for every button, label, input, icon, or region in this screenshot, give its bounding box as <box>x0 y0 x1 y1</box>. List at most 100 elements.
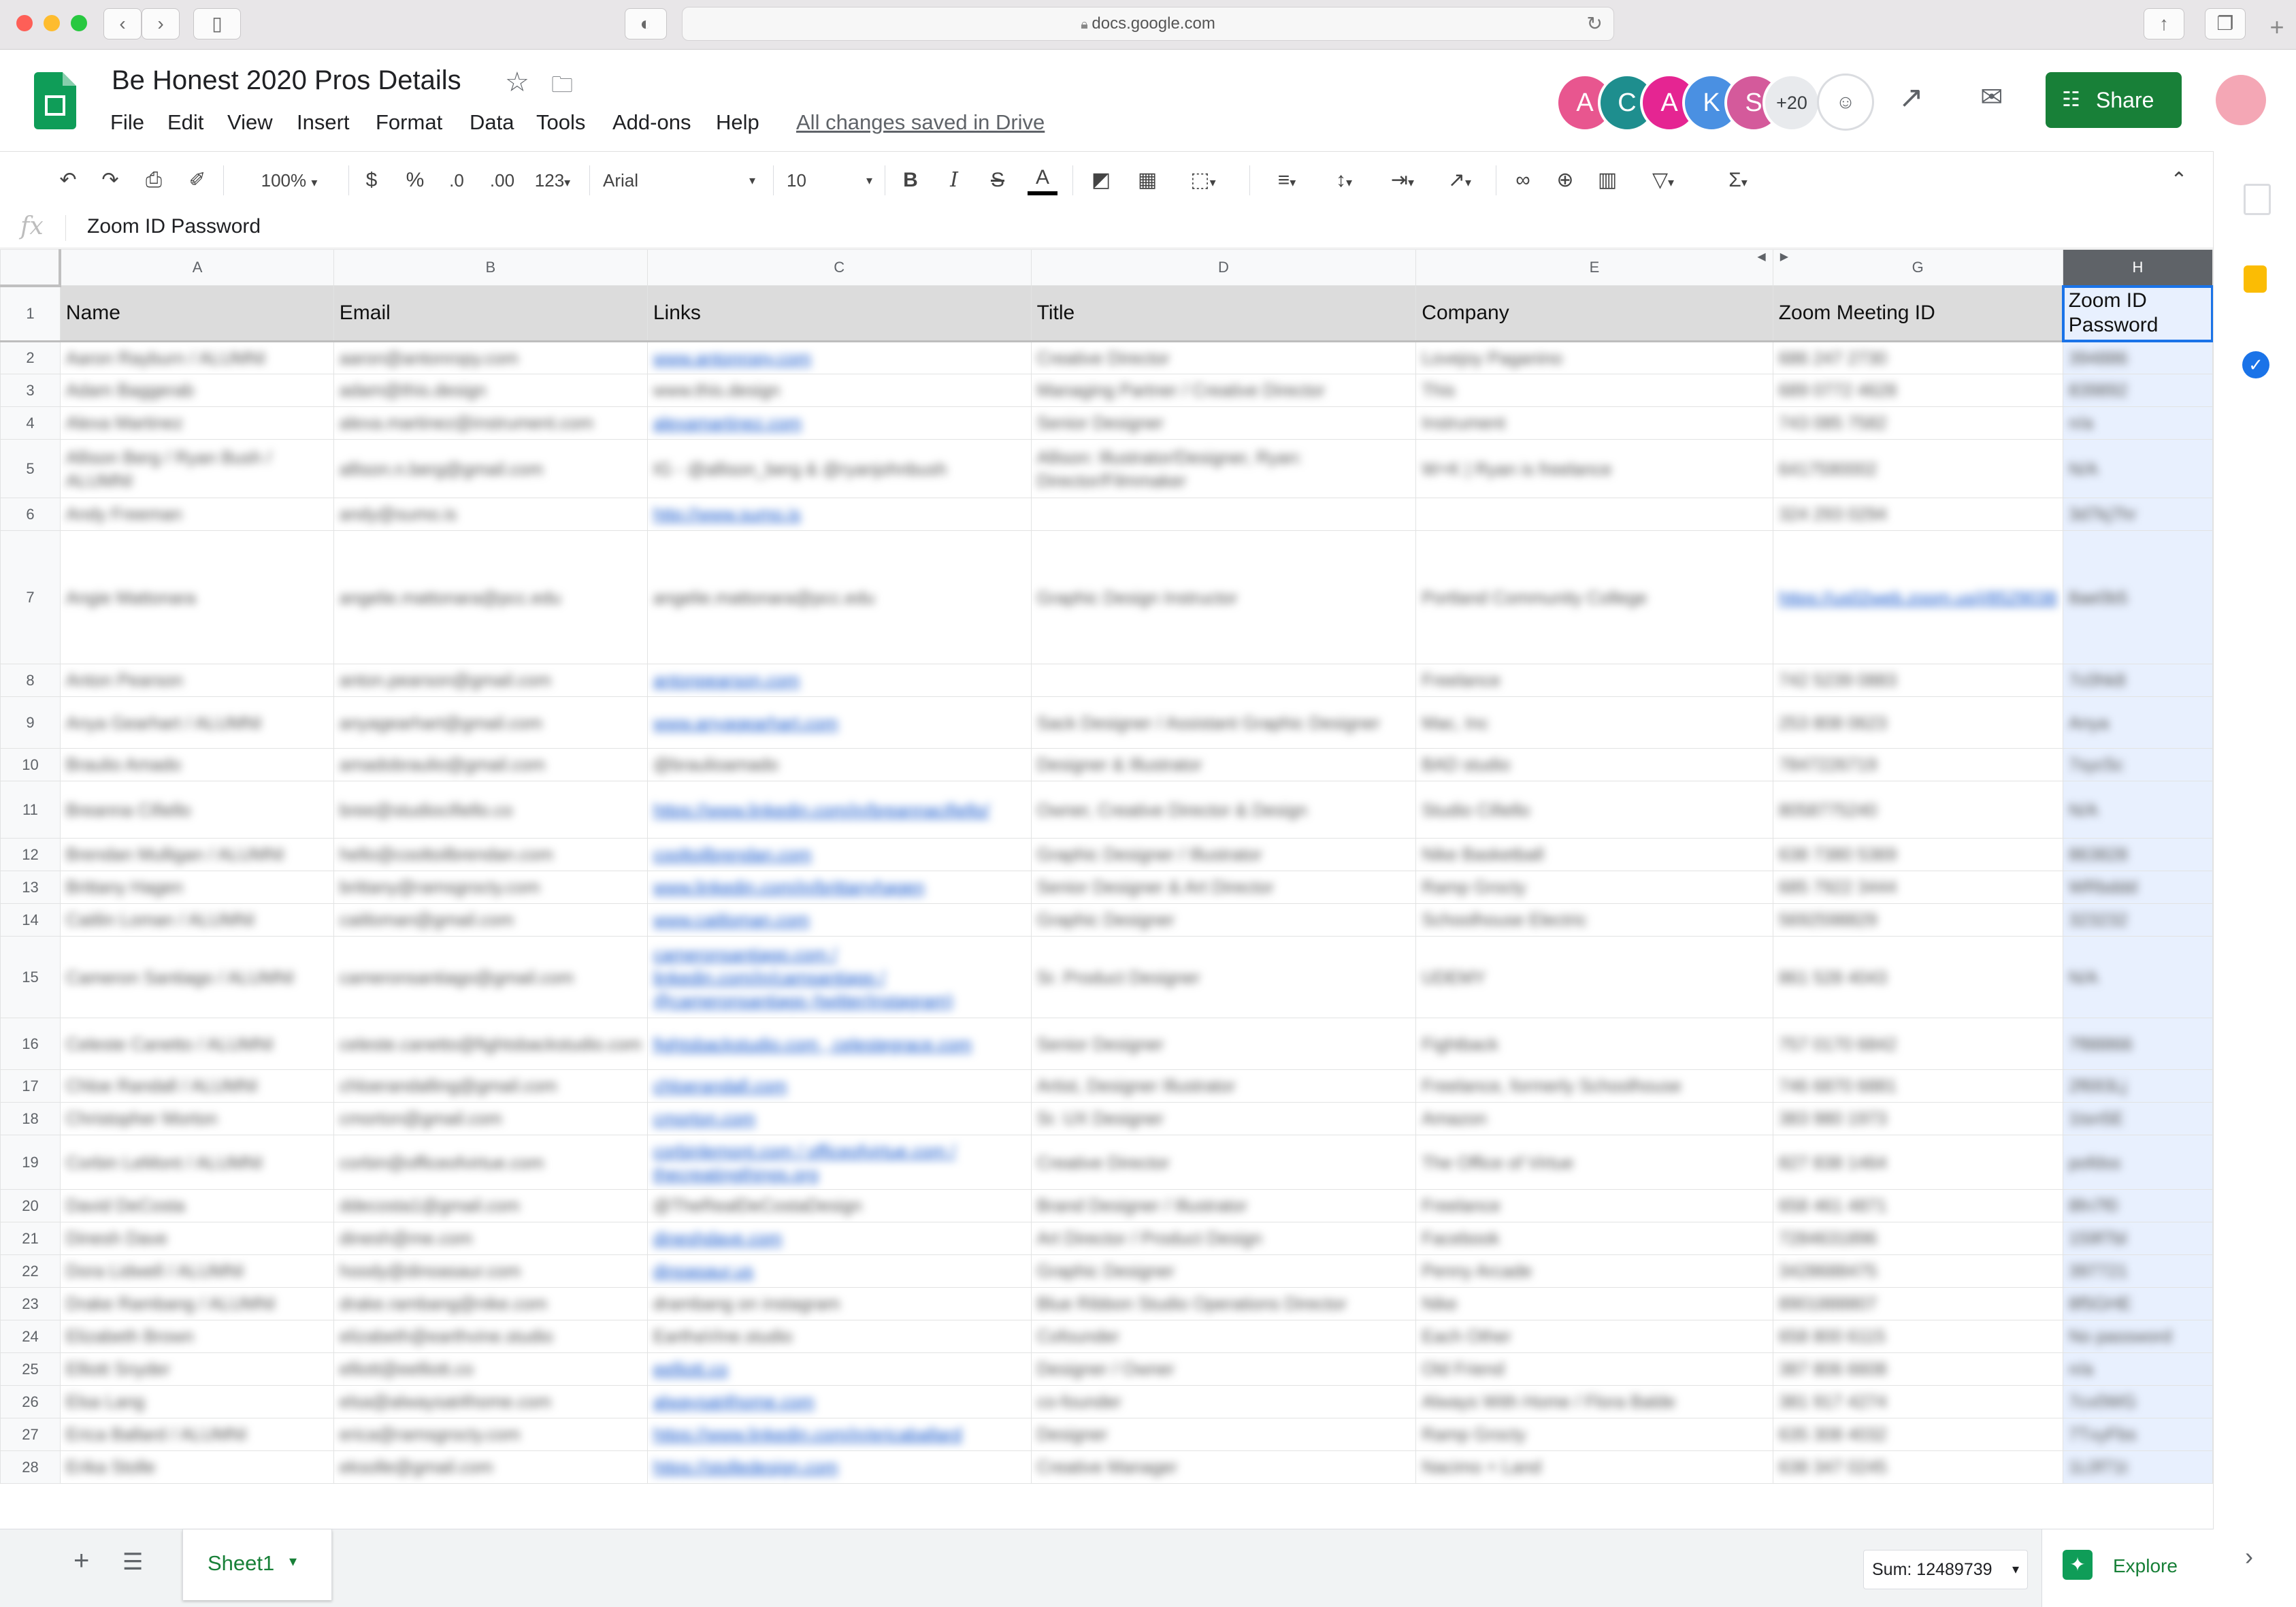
cell-title[interactable]: Brand Designer / Illustrator <box>1030 1189 1417 1222</box>
comments-icon[interactable]: ✉ <box>1980 82 2003 113</box>
cell-links[interactable]: corbinlemont.com / officeofvirtue.com / … <box>646 1135 1032 1190</box>
cell-zoom-meeting-id[interactable]: 685 7922 3444 <box>1772 871 2063 904</box>
unhide-column-right-icon[interactable]: ▶ <box>1780 250 1788 264</box>
cell-company[interactable]: Mac, Inc <box>1415 696 1773 749</box>
row-header[interactable]: 5 <box>0 439 61 498</box>
share-page-button[interactable]: ↑ <box>2144 8 2184 39</box>
cell-links[interactable]: https://www.linkedin.com/in/breannacifie… <box>646 781 1032 839</box>
cell-zoom-password[interactable]: pofdss <box>2062 1135 2213 1190</box>
cell-company[interactable]: Ramp Grocty <box>1415 1418 1773 1451</box>
select-all-corner[interactable] <box>0 249 62 287</box>
cell-title[interactable]: Blue Ribbon Studio Operations Director <box>1030 1287 1417 1320</box>
cell-name[interactable]: Dinesh Dave <box>59 1222 334 1255</box>
collapse-menu-icon[interactable]: ⌃ <box>2164 164 2194 197</box>
cell-email[interactable]: elliott@eelliott.co <box>333 1352 648 1386</box>
tabs-overview-button[interactable]: ❐ <box>2205 8 2246 39</box>
cell-zoom-password[interactable]: 863828 <box>2062 838 2213 871</box>
cell-zoom-password[interactable]: Anya <box>2062 696 2213 749</box>
cell-zoom-password[interactable]: 8ae0b5 <box>2062 530 2213 664</box>
row-header[interactable]: 4 <box>0 406 61 440</box>
cell-links[interactable]: alwaysat4home.com <box>646 1385 1032 1418</box>
cell-name[interactable]: Alexa Martinez <box>59 406 334 440</box>
tab-sheet1[interactable]: Sheet1 ▾ <box>182 1529 332 1600</box>
cell-email[interactable]: amadobraulio@gmail.com <box>333 748 648 781</box>
percent-format-button[interactable]: % <box>401 164 429 197</box>
column-header-e[interactable]: E ◀ <box>1415 249 1773 286</box>
cell-links[interactable]: alexamartinez.com <box>646 406 1032 440</box>
cell-links[interactable]: www.anyagearhart.com <box>646 696 1032 749</box>
cell-company[interactable]: BAD studio <box>1415 748 1773 781</box>
cell-company[interactable]: Studio Cifiello <box>1415 781 1773 839</box>
cell-title[interactable]: Creative Director <box>1030 1135 1417 1190</box>
cell-links[interactable]: @braulioamado <box>646 748 1032 781</box>
cell-links[interactable]: www.caitloman.com <box>646 903 1032 937</box>
menu-addons[interactable]: Add-ons <box>612 110 691 135</box>
cell-zoom-meeting-id[interactable]: 638 7380 5369 <box>1772 838 2063 871</box>
cell-company[interactable]: UDEMY <box>1415 936 1773 1018</box>
print-icon[interactable]: ⎙ <box>139 164 169 197</box>
cell-zoom-password[interactable]: 839892 <box>2062 374 2213 407</box>
cell-zoom-password[interactable]: 323232 <box>2062 903 2213 937</box>
save-status-link[interactable]: All changes saved in Drive <box>796 110 1045 135</box>
cell-name[interactable]: Cameron Santiago / ALUMNI <box>59 936 334 1018</box>
row-header[interactable]: 7 <box>0 530 61 664</box>
header-cell-company[interactable]: Company <box>1415 285 1773 342</box>
cell-zoom-password[interactable]: 8fn7f0 <box>2062 1189 2213 1222</box>
close-window-button[interactable] <box>16 15 33 31</box>
cell-zoom-meeting-id[interactable]: 7284631896 <box>1772 1222 2063 1255</box>
cell-company[interactable]: Penny Arcade <box>1415 1254 1773 1288</box>
cell-title[interactable]: Creative Director <box>1030 341 1417 374</box>
cell-name[interactable]: Aaron Rayburn / ALUMNI <box>59 341 334 374</box>
cell-name[interactable]: Elsa Lang <box>59 1385 334 1418</box>
row-header[interactable]: 11 <box>0 781 61 839</box>
cell-email[interactable]: angelie.mattonara@pcc.edu <box>333 530 648 664</box>
cell-name[interactable]: Andy Freeman <box>59 498 334 531</box>
cell-email[interactable]: anyagearhart@gmail.com <box>333 696 648 749</box>
cell-name[interactable]: Breanna Cifiello <box>59 781 334 839</box>
cell-title[interactable]: Artist, Designer Illustrator <box>1030 1069 1417 1103</box>
row-header[interactable]: 25 <box>0 1352 61 1386</box>
back-button[interactable]: ‹ <box>103 8 142 39</box>
cell-name[interactable]: Brittany Hagen <box>59 871 334 904</box>
cell-company[interactable]: Each Other <box>1415 1320 1773 1353</box>
row-header[interactable]: 9 <box>0 696 61 749</box>
cell-name[interactable]: Erica Ballard / ALUMNI <box>59 1418 334 1451</box>
cell-title[interactable]: Senior Designer & Art Director <box>1030 871 1417 904</box>
menu-tools[interactable]: Tools <box>536 110 585 135</box>
cell-name[interactable]: Christopher Morton <box>59 1102 334 1135</box>
decrease-decimal-button[interactable]: .0 <box>440 164 474 197</box>
cell-email[interactable]: elizabeth@earthvine.studio <box>333 1320 648 1353</box>
forward-button[interactable]: › <box>142 8 180 39</box>
cell-email[interactable]: hoody@dinoasaur.com <box>333 1254 648 1288</box>
italic-button[interactable]: I <box>940 164 968 197</box>
cell-company[interactable]: Always With Home / Flora Balde <box>1415 1385 1773 1418</box>
row-header[interactable]: 18 <box>0 1102 61 1135</box>
text-color-button[interactable]: A <box>1028 164 1057 195</box>
cell-company[interactable]: The Office of Virtue <box>1415 1135 1773 1190</box>
star-icon[interactable]: ☆ <box>505 67 529 98</box>
expand-panel-icon[interactable]: › <box>2245 1542 2253 1571</box>
cell-links[interactable]: EarthaVine.studio <box>646 1320 1032 1353</box>
cell-zoom-meeting-id[interactable]: 689 0772 4628 <box>1772 374 2063 407</box>
cell-title[interactable] <box>1030 664 1417 697</box>
cell-name[interactable]: Dora Lidwell / ALUMNI <box>59 1254 334 1288</box>
cell-email[interactable]: cmorton@gmail.com <box>333 1102 648 1135</box>
cell-email[interactable]: alexa.martinez@instrument.com <box>333 406 648 440</box>
cell-zoom-password[interactable]: N/A <box>2062 936 2213 1018</box>
cell-zoom-meeting-id[interactable]: 658 800 6115 <box>1772 1320 2063 1353</box>
calendar-icon[interactable] <box>2244 184 2271 215</box>
cell-links[interactable]: https://www.linkedin.com/in/ericaballard <box>646 1418 1032 1451</box>
cell-zoom-meeting-id[interactable]: 324 293 0294 <box>1772 498 2063 531</box>
text-wrapping-icon[interactable]: ⇥▾ <box>1379 164 1426 197</box>
cell-email[interactable]: adam@this.design <box>333 374 648 407</box>
cell-links[interactable]: chloerandall.com <box>646 1069 1032 1103</box>
cell-links[interactable]: antonpearson.com <box>646 664 1032 697</box>
cell-links[interactable]: @TheRealDeCostaDesign <box>646 1189 1032 1222</box>
cell-zoom-password[interactable]: 1L0f71t <box>2062 1450 2213 1484</box>
cell-links[interactable]: IG - @allison_berg & @ryanjohnbush <box>646 439 1032 498</box>
cell-name[interactable]: Erika Stolle <box>59 1450 334 1484</box>
fill-color-icon[interactable]: ◩ <box>1086 164 1116 197</box>
cell-name[interactable]: Anton Pearson <box>59 664 334 697</box>
font-family-select[interactable]: Arial ▾ <box>603 164 766 197</box>
cell-links[interactable]: www.this.design <box>646 374 1032 407</box>
